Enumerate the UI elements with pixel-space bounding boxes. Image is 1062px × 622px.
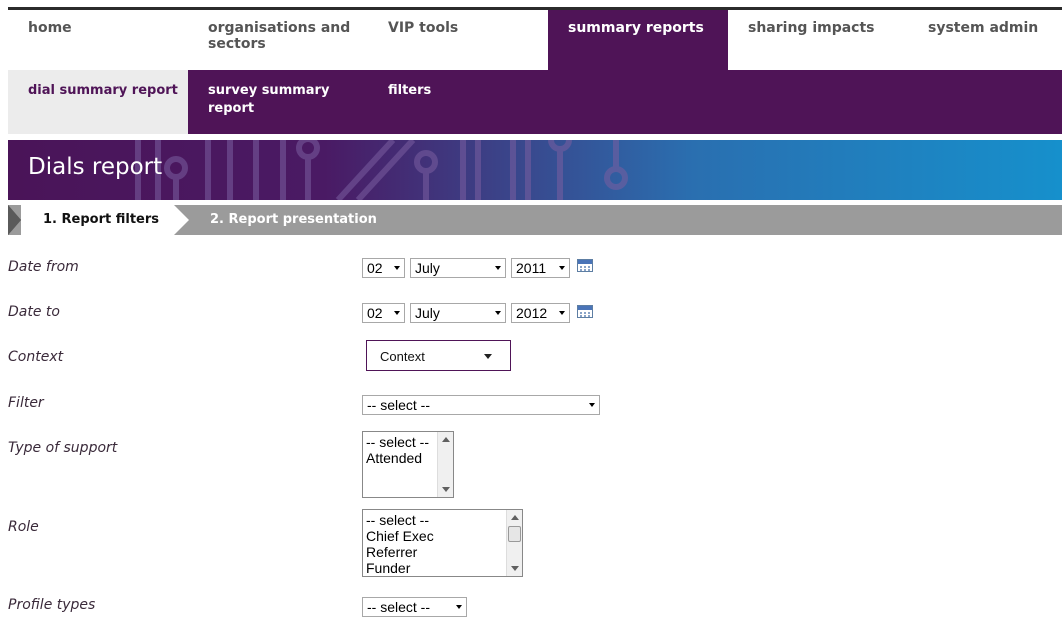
nav-vip-tools[interactable]: VIP tools — [368, 10, 548, 70]
step-bar: 1. Report filters 2. Report presentation — [8, 205, 1062, 235]
page-title: Dials report — [28, 154, 163, 180]
list-item[interactable]: Chief Exec — [363, 528, 522, 544]
nav-summary-reports[interactable]: summary reports — [548, 10, 728, 70]
filter-value: -- select -- — [367, 397, 430, 413]
nav-organisations-and-sectors[interactable]: organisations and sectors — [188, 10, 368, 70]
date-to-month-value: July — [415, 305, 440, 321]
main-nav: home organisations and sectors VIP tools… — [8, 10, 1062, 70]
step-report-filters[interactable]: 1. Report filters — [43, 212, 159, 227]
scrollbar[interactable] — [506, 510, 522, 576]
date-to-month-select[interactable]: July — [410, 303, 506, 323]
date-to-day-value: 02 — [367, 305, 383, 321]
step-arrows — [8, 205, 189, 235]
nav-system-admin[interactable]: system admin — [908, 10, 1062, 70]
date-to-label: Date to — [8, 304, 60, 320]
chevron-down-icon — [559, 266, 565, 270]
sub-nav: dial summary report survey summary repor… — [8, 70, 1062, 134]
scroll-up-icon[interactable] — [442, 437, 450, 442]
list-item[interactable]: -- select -- — [363, 512, 522, 528]
date-to-year-select[interactable]: 2012 — [511, 303, 570, 323]
page-banner: Dials report — [8, 140, 1062, 200]
scrollbar[interactable] — [437, 432, 453, 497]
filter-select[interactable]: -- select -- — [362, 395, 600, 415]
chevron-down-icon — [559, 311, 565, 315]
date-from-label: Date from — [8, 259, 79, 275]
nav-sharing-impacts[interactable]: sharing impacts — [728, 10, 908, 70]
date-from-month-value: July — [415, 260, 440, 276]
scroll-thumb[interactable] — [508, 526, 521, 542]
chevron-down-icon — [394, 311, 400, 315]
calendar-icon[interactable] — [577, 259, 593, 272]
type-of-support-label: Type of support — [8, 440, 118, 456]
chevron-down-icon — [394, 266, 400, 270]
scroll-up-icon[interactable] — [511, 515, 519, 520]
filter-label: Filter — [8, 395, 44, 411]
date-from-day-select[interactable]: 02 — [362, 258, 405, 278]
subnav-survey-summary-report[interactable]: survey summary report — [188, 70, 338, 134]
date-to-year-value: 2012 — [516, 305, 548, 321]
date-from-year-select[interactable]: 2011 — [511, 258, 570, 278]
scroll-down-icon[interactable] — [442, 487, 450, 492]
date-from-day-value: 02 — [367, 260, 383, 276]
step-report-presentation[interactable]: 2. Report presentation — [210, 212, 377, 227]
context-label: Context — [8, 349, 64, 365]
subnav-dial-summary-report[interactable]: dial summary report — [8, 70, 188, 134]
context-button[interactable]: Context — [366, 340, 511, 371]
subnav-filters[interactable]: filters — [368, 70, 548, 134]
nav-home[interactable]: home — [8, 10, 188, 70]
circuit-pattern — [135, 140, 628, 200]
chevron-down-icon — [495, 311, 501, 315]
caret-down-icon — [484, 354, 492, 359]
profile-types-select[interactable]: -- select -- — [362, 597, 467, 617]
list-item[interactable]: Funder — [363, 560, 522, 576]
list-item[interactable]: Referrer — [363, 544, 522, 560]
context-button-label: Context — [380, 349, 425, 364]
calendar-icon[interactable] — [577, 305, 593, 318]
date-from-month-select[interactable]: July — [410, 258, 506, 278]
scroll-down-icon[interactable] — [511, 566, 519, 571]
type-of-support-listbox[interactable]: -- select -- Attended — [362, 431, 454, 498]
role-label: Role — [8, 519, 39, 535]
profile-types-label: Profile types — [8, 597, 96, 613]
chevron-down-icon — [456, 605, 462, 609]
chevron-down-icon — [589, 403, 595, 407]
chevron-down-icon — [495, 266, 501, 270]
role-listbox[interactable]: -- select -- Chief Exec Referrer Funder — [362, 509, 523, 577]
date-to-day-select[interactable]: 02 — [362, 303, 405, 323]
profile-types-value: -- select -- — [367, 599, 430, 615]
date-from-year-value: 2011 — [516, 260, 547, 276]
